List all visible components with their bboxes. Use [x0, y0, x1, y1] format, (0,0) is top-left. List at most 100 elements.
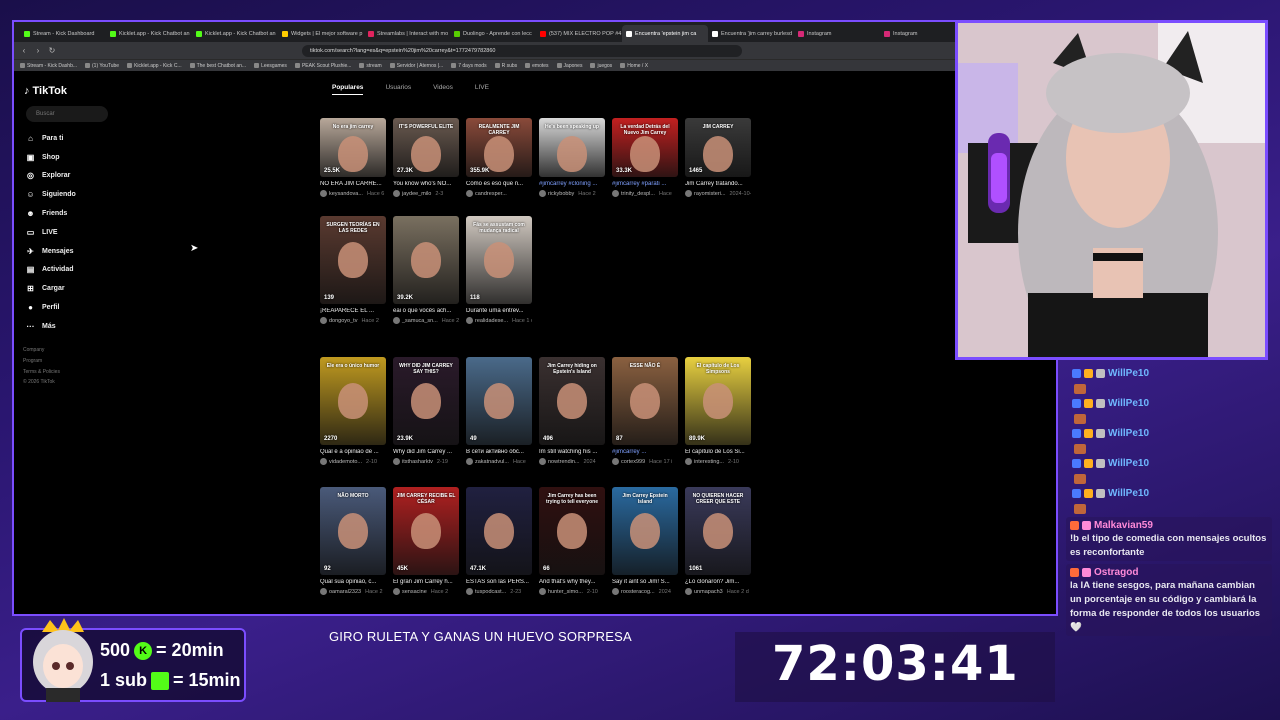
video-title[interactable]: You know who's NO...	[393, 181, 459, 187]
video-thumbnail[interactable]: Fãs se assustam com mudança radical 118	[466, 216, 532, 304]
video-card[interactable]: 39.2K eai o que vocês ach... _samuca_sn...…	[393, 216, 459, 324]
tab-populares[interactable]: Populares	[332, 84, 364, 95]
video-author[interactable]: sensacine Hace 2	[393, 588, 459, 595]
video-thumbnail[interactable]: Ele era o único humor 2270	[320, 357, 386, 445]
video-thumbnail[interactable]: 39.2K	[393, 216, 459, 304]
browser-tab[interactable]: (537) MIX ELECTRO POP #4 (2	[536, 25, 622, 42]
video-thumbnail[interactable]: JIM CARREY 1465	[685, 118, 751, 177]
video-title[interactable]: #jimcarrey ...	[612, 449, 678, 455]
bookmark-item[interactable]: stream	[359, 63, 382, 69]
video-title[interactable]: Qual sua opinião, c...	[320, 579, 386, 585]
video-card[interactable]: El capítulo de Los Simpsons 89.9K El capít…	[685, 357, 751, 465]
video-author[interactable]: rayomisteri...2024-10-25	[685, 190, 751, 197]
footer-link[interactable]: Program	[23, 356, 60, 367]
video-thumbnail[interactable]: SURGEN TEORÍAS EN LAS REDES 139	[320, 216, 386, 304]
video-thumbnail[interactable]: NO QUIEREN HACER CREER QUE ESTE 1061	[685, 487, 751, 575]
video-thumbnail[interactable]: REALMENTE JIM CARREY 355.9K	[466, 118, 532, 177]
video-title[interactable]: ¿Lo clonaron? Jim...	[685, 579, 751, 585]
video-card[interactable]: JIM CARREY RECIBE EL CÉSAR 45K El gran Jim…	[393, 487, 459, 595]
video-thumbnail[interactable]: He's been speaking up	[539, 118, 605, 177]
video-card[interactable]: Ele era o único humor 2270 Qual é a opiniã…	[320, 357, 386, 465]
sidebar-item-explorar[interactable]: ◎ Explorar	[26, 167, 76, 186]
video-author[interactable]: trinity_despl... Hace	[612, 190, 678, 197]
video-card[interactable]: JIM CARREY 1465 Jim Carrey tratando... rayo…	[685, 118, 751, 197]
video-card[interactable]: NO QUIEREN HACER CREER QUE ESTE 1061 ¿Lo c…	[685, 487, 751, 595]
video-author[interactable]: dongoyo_tv Hace 2	[320, 317, 386, 324]
bookmark-item[interactable]: The best Chatbot an...	[189, 63, 246, 69]
bookmark-item[interactable]: PEAK Scout Plushie...	[294, 63, 351, 69]
chat-username[interactable]: WillPe10	[1108, 428, 1149, 439]
video-card[interactable]: Jim Carrey has been trying to tell every…	[539, 487, 605, 595]
video-card[interactable]: 49 В сети активно обс... zakatnadvul... Hac…	[466, 357, 532, 465]
video-title[interactable]: #jimcarrey #parati ...	[612, 181, 678, 187]
sidebar-item-parati[interactable]: ⌂ Para ti	[26, 129, 76, 148]
bookmark-item[interactable]: R subs	[494, 63, 517, 69]
sidebar-item-cargar[interactable]: ⊞ Cargar	[26, 279, 76, 298]
browser-tab[interactable]: Kicklet.app - Kick Chatbot an	[192, 25, 278, 42]
video-card[interactable]: Jim Carrey hiding on Epstein's Island 496…	[539, 357, 605, 465]
browser-tab[interactable]: Stream - Kick Dashboard	[20, 25, 106, 42]
video-thumbnail[interactable]: IT'S POWERFUL ELITE 27.3K	[393, 118, 459, 177]
bookmark-item[interactable]: Leesgames	[254, 63, 287, 69]
video-author[interactable]: zakatnadvul... Hace	[466, 458, 532, 465]
video-thumbnail[interactable]: Jim Carrey Epstein Island	[612, 487, 678, 575]
browser-tab[interactable]: Streamlabs | Interact with mo	[364, 25, 450, 42]
browser-tab[interactable]: Encuentra 'epstein jim ca	[622, 25, 708, 42]
back-icon[interactable]: ‹	[20, 46, 28, 55]
video-title[interactable]: El capítulo de Los Si...	[685, 449, 751, 455]
video-title[interactable]: В сети активно обс...	[466, 449, 532, 455]
bookmark-item[interactable]: emotes	[525, 63, 549, 69]
browser-tab[interactable]: Widgets | El mejor software p	[278, 25, 364, 42]
video-card[interactable]: He's been speaking up #jimcarrey #cloning…	[539, 118, 605, 197]
video-author[interactable]: tuspodcast... 2-23	[466, 588, 532, 595]
chat-username[interactable]: WillPe10	[1108, 488, 1149, 499]
video-thumbnail[interactable]: ESSE NÃO É 87	[612, 357, 678, 445]
video-thumbnail[interactable]: WHY DID JIM CARREY SAY THIS? 23.9K	[393, 357, 459, 445]
video-thumbnail[interactable]: Jim Carrey hiding on Epstein's Island 496	[539, 357, 605, 445]
video-title[interactable]: Why did Jim Carrey ...	[393, 449, 459, 455]
video-author[interactable]: vidademoto... 2-10	[320, 458, 386, 465]
bookmark-item[interactable]: juegos	[590, 63, 612, 69]
video-title[interactable]: #jimcarrey #cloning ...	[539, 181, 605, 187]
tab-usuarios[interactable]: Usuarios	[385, 84, 411, 95]
video-author[interactable]: unmapach3 Hace 2 d	[685, 588, 751, 595]
video-card[interactable]: NÃO MORTO 92 Qual sua opinião, c... oamaral…	[320, 487, 386, 595]
video-author[interactable]: _samuca_sn... Hace 2	[393, 317, 459, 324]
footer-link[interactable]: Terms & Policies	[23, 367, 60, 378]
bookmark-item[interactable]: Japones	[556, 63, 582, 69]
video-author[interactable]: realidadese... Hace 1 d	[466, 317, 532, 324]
video-thumbnail[interactable]: 49	[466, 357, 532, 445]
video-card[interactable]: Fãs se assustam com mudança radical 118 Du…	[466, 216, 532, 324]
video-author[interactable]: interesting... 2-10	[685, 458, 751, 465]
video-thumbnail[interactable]: Jim Carrey has been trying to tell every…	[539, 487, 605, 575]
video-title[interactable]: Cómo es eso que n...	[466, 181, 532, 187]
video-card[interactable]: 47.1K ESTAS son las PERS... tuspodcast... 2…	[466, 487, 532, 595]
video-author[interactable]: keysandova... Hace 6	[320, 190, 386, 197]
sidebar-item-live[interactable]: ▭ LIVE	[26, 223, 76, 242]
chat-username[interactable]: WillPe10	[1108, 368, 1149, 379]
video-author[interactable]: rickybobby Hace 2	[539, 190, 605, 197]
sidebar-item-actividad[interactable]: ▤ Actividad	[26, 261, 76, 280]
forward-icon[interactable]: ›	[34, 46, 42, 55]
video-thumbnail[interactable]: No era jim carrey 25.5K	[320, 118, 386, 177]
chat-username[interactable]: Malkavian59	[1094, 520, 1153, 531]
video-card[interactable]: SURGEN TEORÍAS EN LAS REDES 139 ¡REAPARECE…	[320, 216, 386, 324]
video-title[interactable]: Durante uma entrev...	[466, 308, 532, 314]
browser-tab[interactable]: Instagram	[794, 25, 880, 42]
browser-tab[interactable]: Duolingo - Aprende con lecc	[450, 25, 536, 42]
video-title[interactable]: eai o que vocês ach...	[393, 308, 459, 314]
url-input[interactable]: tiktok.com/search?lang=es&q=epstein%20ji…	[302, 44, 742, 57]
video-card[interactable]: La verdad Detrás del Nuevo Jim Carrey 33.…	[612, 118, 678, 197]
bookmark-item[interactable]: (1) YouTube	[85, 63, 119, 69]
search-input[interactable]: Buscar	[26, 106, 108, 122]
video-author[interactable]: oamaral2323 Hace 2	[320, 588, 386, 595]
video-card[interactable]: WHY DID JIM CARREY SAY THIS? 23.9K Why did…	[393, 357, 459, 465]
sidebar-item-perfil[interactable]: ● Perfil	[26, 298, 76, 317]
video-title[interactable]: Qual é a opinião de ...	[320, 449, 386, 455]
browser-tab[interactable]: Kicklet.app - Kick Chatbot an	[106, 25, 192, 42]
video-thumbnail[interactable]: JIM CARREY RECIBE EL CÉSAR 45K	[393, 487, 459, 575]
bookmark-item[interactable]: Home / X	[620, 63, 648, 69]
video-author[interactable]: roosteracog... 2024	[612, 588, 678, 595]
video-author[interactable]: nowtrendin... 2024	[539, 458, 605, 465]
video-title[interactable]: El gran Jim Carrey h...	[393, 579, 459, 585]
